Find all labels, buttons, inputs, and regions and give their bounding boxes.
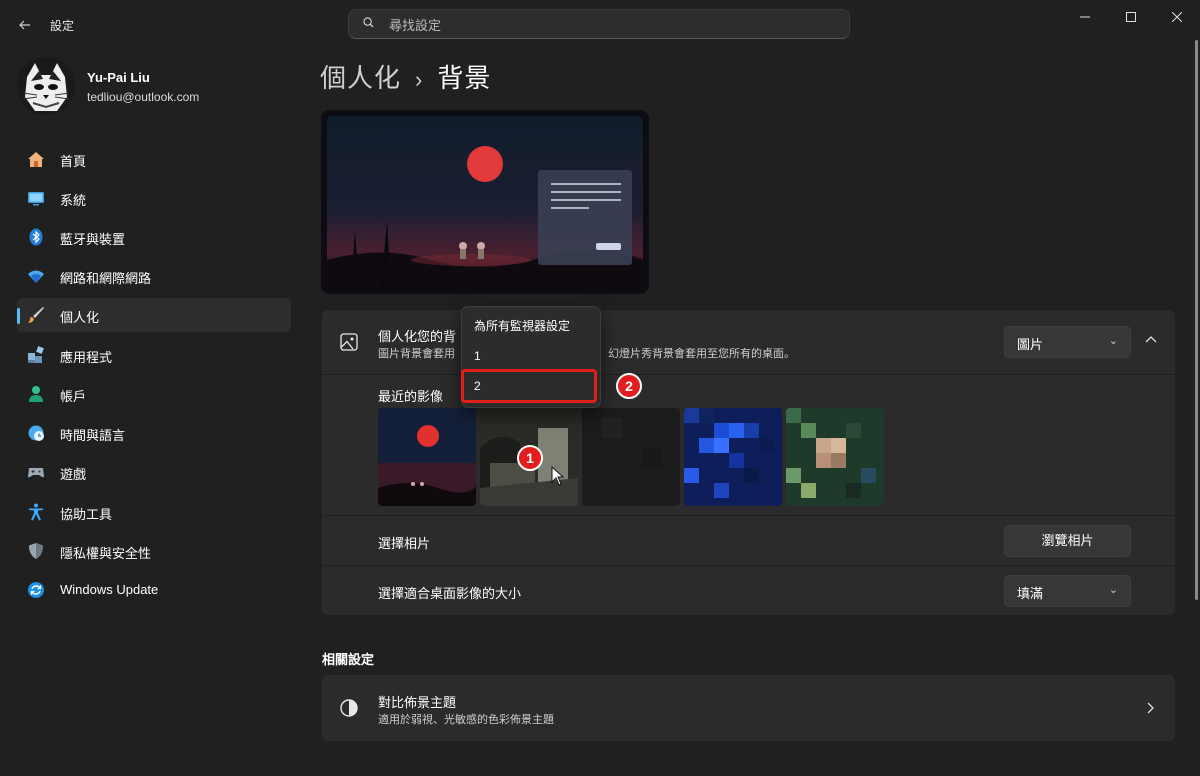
sidebar-item-privacy[interactable]: 隱私權與安全性: [17, 534, 291, 568]
sidebar-item-home[interactable]: 首頁: [17, 142, 291, 176]
wallpaper-preview-image: [327, 116, 643, 288]
close-icon: [1171, 11, 1183, 23]
background-type-dropdown[interactable]: 圖片 ⌄: [1004, 326, 1131, 358]
arrow-left-icon: [19, 20, 30, 30]
apps-icon: [28, 346, 44, 363]
sidebar-item-network[interactable]: 網路和網際網路: [17, 259, 291, 293]
cat-avatar-icon: [17, 57, 75, 115]
maximize-icon: [1126, 12, 1136, 22]
page-title: 背景: [437, 63, 492, 93]
active-indicator: [17, 308, 20, 324]
sidebar-item-label: 藍牙與裝置: [60, 232, 126, 247]
red-moon-wallpaper-image: [378, 408, 476, 506]
sidebar-item-label: 協助工具: [60, 507, 113, 522]
sidebar-item-label: Windows Update: [60, 582, 159, 597]
choose-photo-label: 選擇相片: [378, 536, 431, 551]
close-button[interactable]: [1154, 0, 1200, 34]
sidebar-item-label: 網路和網際網路: [60, 271, 152, 286]
sidebar-item-label: 遊戲: [60, 467, 87, 482]
highlight-box: [461, 369, 597, 403]
menu-item-set-all-monitors[interactable]: 為所有監視器設定: [474, 317, 570, 334]
brush-icon: [28, 307, 44, 323]
account-icon: [29, 386, 43, 402]
chevron-down-icon: ⌄: [1108, 335, 1118, 347]
avatar[interactable]: [17, 57, 75, 115]
shield-icon: [29, 543, 43, 559]
sidebar-item-gaming[interactable]: 遊戲: [17, 455, 291, 489]
background-row-desc-left: 圖片背景會套用: [378, 348, 455, 360]
recent-image-thumb[interactable]: [684, 408, 782, 506]
back-button[interactable]: [14, 14, 36, 36]
step-callout-2: 2: [616, 373, 642, 399]
sidebar-item-accessibility[interactable]: 協助工具: [17, 495, 291, 529]
contrast-icon: [340, 699, 358, 717]
background-type-value: 圖片: [1017, 337, 1044, 352]
recent-image-thumb[interactable]: [582, 408, 680, 506]
sidebar-item-windows-update[interactable]: Windows Update: [17, 573, 291, 607]
sidebar-item-bluetooth[interactable]: 藍牙與裝置: [17, 220, 291, 254]
choose-photo-row: 選擇相片 瀏覽相片: [322, 516, 1175, 565]
accessibility-icon: [29, 503, 43, 521]
gamepad-icon: [28, 468, 44, 478]
app-title: 設定: [50, 19, 75, 33]
search-box[interactable]: [348, 9, 850, 40]
sidebar-item-time-language[interactable]: 時間與語言: [17, 416, 291, 450]
chevron-down-icon: ⌄: [1108, 584, 1118, 596]
blue-pixelated-image: [684, 408, 782, 506]
sidebar-item-label: 首頁: [60, 154, 87, 169]
background-type-row: 個人化您的背 圖片背景會套用 幻燈片秀背景會套用至您所有的桌面。 圖片 ⌄: [322, 310, 1175, 374]
fit-row: 選擇適合桌面影像的大小 填滿 ⌄: [322, 566, 1175, 615]
recent-images-label: 最近的影像: [378, 389, 444, 404]
contrast-themes-desc: 適用於弱視、光敏感的色彩佈景主題: [378, 714, 554, 726]
breadcrumb-separator: ›: [415, 67, 424, 92]
sidebar-item-label: 個人化: [60, 310, 100, 325]
sidebar-item-label: 帳戶: [60, 389, 87, 404]
system-display-icon: [28, 192, 44, 206]
user-email: tedliou@outlook.com: [87, 90, 200, 104]
step-callout-1: 1: [517, 445, 543, 471]
chevron-right-icon: [1147, 702, 1154, 714]
sidebar-item-label: 應用程式: [60, 350, 113, 365]
search-input[interactable]: [387, 10, 831, 40]
windows-update-icon: [28, 582, 44, 598]
dark-pixelated-image: [582, 408, 680, 506]
chevron-up-icon: [1145, 336, 1157, 343]
sidebar-item-system[interactable]: 系統: [17, 181, 291, 215]
wifi-icon: [28, 270, 44, 283]
fit-label: 選擇適合桌面影像的大小: [378, 586, 522, 601]
menu-item-monitor-1[interactable]: 1: [474, 349, 481, 363]
desktop-preview: [321, 110, 649, 294]
scrollbar[interactable]: [1195, 40, 1198, 600]
recent-image-thumb[interactable]: [378, 408, 476, 506]
background-row-title: 個人化您的背: [378, 329, 457, 344]
sidebar-item-apps[interactable]: 應用程式: [17, 338, 291, 372]
time-language-icon: [28, 425, 44, 441]
bluetooth-icon: [29, 228, 43, 246]
fit-value: 填滿: [1017, 586, 1044, 601]
breadcrumb-parent[interactable]: 個人化: [320, 63, 401, 93]
contrast-themes-row[interactable]: 對比佈景主題 適用於弱視、光敏感的色彩佈景主題: [322, 675, 1175, 741]
home-icon: [28, 152, 44, 167]
maximize-button[interactable]: [1108, 0, 1154, 34]
recent-image-thumb[interactable]: [786, 408, 884, 506]
sidebar-item-accounts[interactable]: 帳戶: [17, 377, 291, 411]
mouse-cursor-icon: [551, 466, 565, 486]
minimize-icon: [1080, 16, 1090, 18]
sidebar-item-label: 隱私權與安全性: [60, 546, 152, 561]
search-icon: [363, 17, 374, 28]
image-icon: [340, 333, 358, 351]
fit-dropdown[interactable]: 填滿 ⌄: [1004, 575, 1131, 607]
sidebar-item-label: 時間與語言: [60, 428, 126, 443]
contrast-themes-title: 對比佈景主題: [378, 695, 457, 710]
minimize-button[interactable]: [1062, 0, 1108, 34]
green-pixelated-image: [786, 408, 884, 506]
breadcrumb: 個人化 › 背景: [320, 58, 491, 95]
collapse-button[interactable]: [1139, 326, 1163, 358]
sidebar-item-personalization[interactable]: 個人化: [17, 298, 291, 332]
related-settings-heading: 相關設定: [322, 652, 375, 667]
user-name: Yu-Pai Liu: [87, 70, 150, 85]
background-row-desc-right: 幻燈片秀背景會套用至您所有的桌面。: [608, 348, 795, 360]
sidebar-item-label: 系統: [60, 193, 87, 208]
browse-photos-button[interactable]: 瀏覽相片: [1004, 525, 1131, 557]
